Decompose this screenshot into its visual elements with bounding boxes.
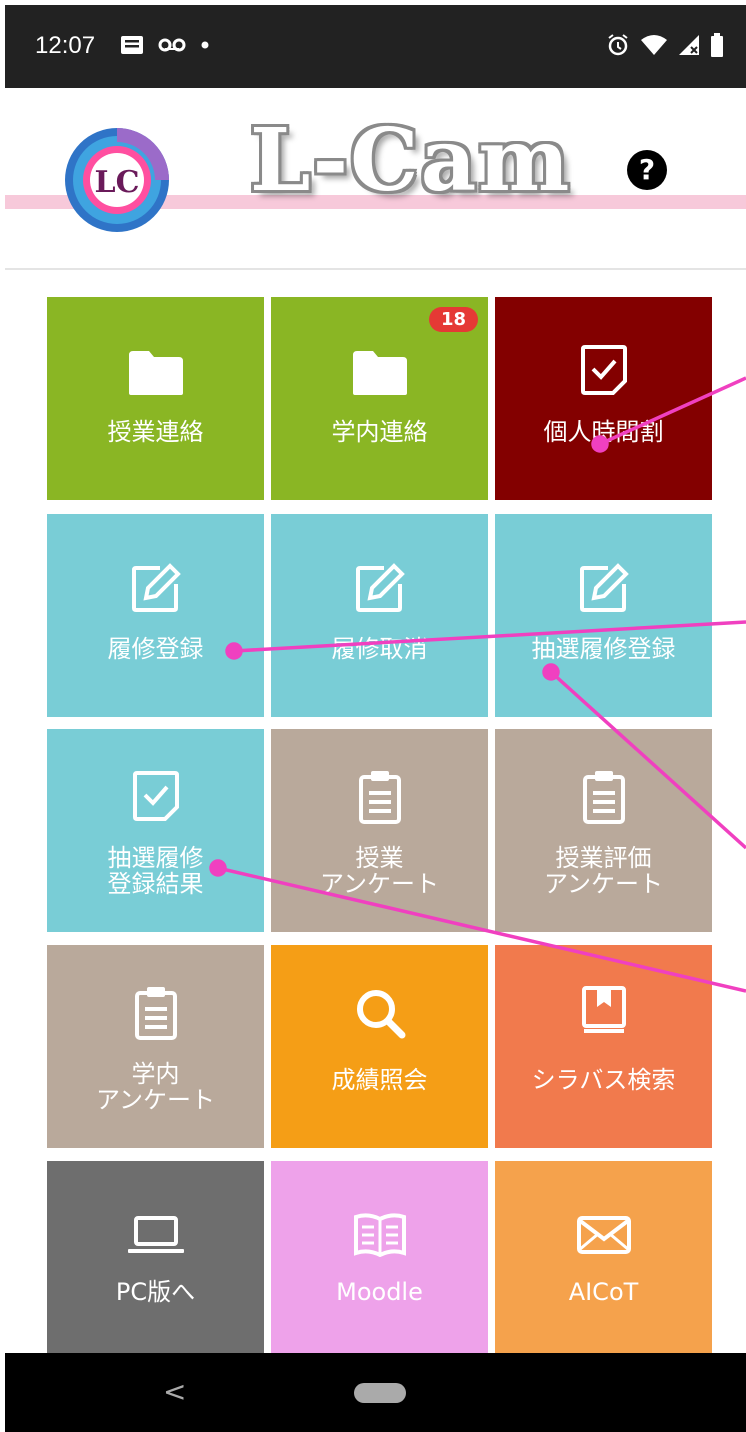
tile-label: 学内連絡: [331, 418, 428, 446]
status-bar: 12:07: [5, 5, 746, 88]
app-header: LC L-Cam ?: [5, 88, 746, 270]
tile-moodle[interactable]: Moodle: [271, 1161, 488, 1353]
voicemail-icon: [158, 38, 186, 52]
tile-pc-version[interactable]: PC版へ: [47, 1161, 264, 1353]
tile-label: 履修登録: [107, 635, 204, 663]
clipboard-icon: [495, 769, 712, 825]
wifi-icon: [641, 35, 667, 55]
battery-icon: [711, 33, 723, 57]
clipboard-icon: [47, 985, 264, 1041]
tile-label: 成績照会: [331, 1066, 428, 1094]
tile-class-notice[interactable]: 授業連絡: [47, 297, 264, 500]
tile-course-cancel[interactable]: 履修取消: [271, 514, 488, 717]
book-icon: [495, 985, 712, 1037]
tile-label: 授業連絡: [107, 418, 204, 446]
tile-label: Moodle: [336, 1278, 423, 1306]
brand-title: L-Cam: [250, 110, 572, 211]
edit-icon: [495, 562, 712, 614]
message-icon: [121, 36, 143, 54]
screen: 12:07 LC L-Cam ? 授業連絡 18 学内連絡 個人時間割 履修登録…: [0, 0, 746, 1432]
home-button[interactable]: [354, 1383, 406, 1403]
tile-label: 学内 アンケート: [95, 1060, 216, 1114]
app-logo[interactable]: LC: [63, 126, 171, 234]
mail-icon: [495, 1215, 712, 1255]
alarm-icon: [608, 34, 628, 56]
status-system-icons: [606, 33, 724, 57]
tile-lottery-result[interactable]: 抽選履修 登録結果: [47, 729, 264, 932]
tile-class-evaluation-survey[interactable]: 授業評価 アンケート: [495, 729, 712, 932]
tile-campus-survey[interactable]: 学内 アンケート: [47, 945, 264, 1148]
tile-label: 抽選履修 登録結果: [107, 844, 204, 898]
status-notification-icons: [120, 35, 210, 55]
checkbox-icon: [495, 343, 712, 397]
folder-icon: [271, 349, 488, 397]
tile-class-survey[interactable]: 授業 アンケート: [271, 729, 488, 932]
tile-label: PC版へ: [115, 1278, 196, 1306]
tile-personal-timetable[interactable]: 個人時間割: [495, 297, 712, 500]
menu-grid: 授業連絡 18 学内連絡 個人時間割 履修登録 履修取消 抽選履修登録 抽選履修…: [47, 297, 713, 1353]
edit-icon: [271, 562, 488, 614]
edit-icon: [47, 562, 264, 614]
unread-badge: 18: [428, 307, 478, 332]
open-book-icon: [271, 1213, 488, 1257]
tile-campus-notice[interactable]: 18 学内連絡: [271, 297, 488, 500]
tile-grade-inquiry[interactable]: 成績照会: [271, 945, 488, 1148]
logo-text: LC: [95, 165, 140, 200]
folder-icon: [47, 349, 264, 397]
checkbox-icon: [47, 769, 264, 823]
tile-course-registration[interactable]: 履修登録: [47, 514, 264, 717]
help-button[interactable]: ?: [627, 150, 667, 190]
laptop-icon: [47, 1215, 264, 1255]
navigation-bar: <: [5, 1353, 746, 1432]
tile-label: 抽選履修登録: [531, 635, 676, 663]
tile-label: 個人時間割: [543, 418, 664, 446]
tile-label: 授業 アンケート: [319, 844, 440, 898]
status-time: 12:07: [35, 32, 96, 59]
tile-aicot[interactable]: AICoT: [495, 1161, 712, 1353]
tile-lottery-registration[interactable]: 抽選履修登録: [495, 514, 712, 717]
back-button[interactable]: <: [163, 1375, 186, 1408]
tile-label: 授業評価 アンケート: [543, 844, 664, 898]
tile-label: AICoT: [568, 1278, 639, 1306]
search-icon: [271, 987, 488, 1039]
tile-syllabus-search[interactable]: シラバス検索: [495, 945, 712, 1148]
clipboard-icon: [271, 769, 488, 825]
tile-label: シラバス検索: [531, 1066, 676, 1094]
dot-icon: [201, 41, 209, 49]
tile-label: 履修取消: [331, 635, 428, 663]
signal-icon: [679, 35, 699, 55]
